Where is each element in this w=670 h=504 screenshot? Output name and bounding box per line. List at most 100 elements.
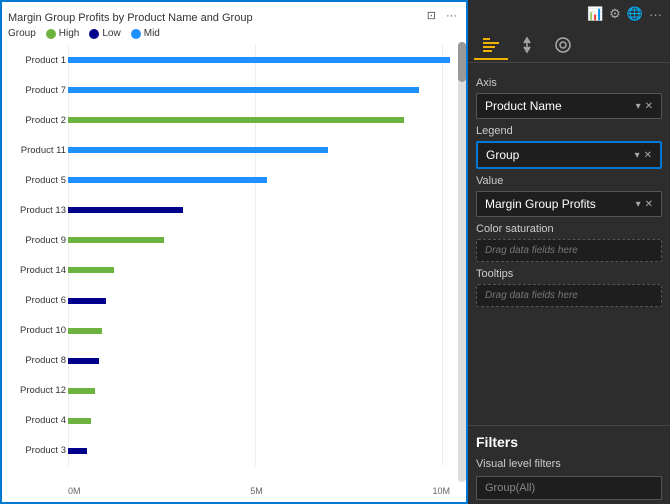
tab-fields[interactable] [474, 30, 508, 60]
value-close-icon[interactable]: ✕ [645, 199, 653, 210]
bar-chart: Product 1Product 7Product 2Product 11Pro… [8, 45, 460, 486]
legend-item-high: High [46, 28, 80, 39]
group-all-filter[interactable]: Group(All) [476, 476, 662, 500]
bar-label: Product 11 [8, 145, 66, 156]
chart-scrollbar[interactable] [458, 42, 466, 482]
bar-bar-darkblue [68, 358, 99, 364]
chart-toolbar: ⊡ ··· [424, 8, 460, 23]
bar-chart-icon[interactable]: 📊 [587, 6, 603, 22]
bars-container [68, 110, 450, 130]
legend-dot-high [46, 29, 56, 39]
table-row: Product 8 [68, 351, 450, 371]
legend-chevron-icon[interactable]: ▾ [635, 150, 640, 161]
table-row: Product 13 [68, 200, 450, 220]
legend-dot-low [89, 29, 99, 39]
table-row: Product 14 [68, 260, 450, 280]
grid-line-0 [68, 45, 69, 466]
legend-section-label: Legend [476, 125, 662, 137]
bars-container [68, 80, 450, 100]
right-panel: 📊 ⚙ 🌐 ··· Axis [468, 0, 670, 504]
x-axis-5m: 5M [250, 486, 263, 496]
analytics-icon[interactable]: 🌐 [627, 6, 643, 22]
bars-container [68, 170, 450, 190]
table-row: Product 9 [68, 230, 450, 250]
value-label: Value [476, 175, 662, 187]
bars-container [68, 351, 450, 371]
axis-close-icon[interactable]: ✕ [645, 101, 653, 112]
bar-label: Product 8 [8, 355, 66, 366]
filters-header: Filters [468, 425, 670, 454]
value-chevron-icon[interactable]: ▾ [636, 199, 641, 210]
legend-label-high: High [59, 28, 80, 39]
chart-panel: ⊡ ··· Margin Group Profits by Product Na… [0, 0, 468, 504]
bar-bar-green [68, 388, 95, 394]
table-row: Product 7 [68, 80, 450, 100]
color-saturation-label: Color saturation [476, 223, 662, 235]
grid-lines [68, 45, 442, 466]
bars-container [68, 321, 450, 341]
chart-title: Margin Group Profits by Product Name and… [8, 12, 460, 24]
legend-group-label: Group [8, 28, 36, 39]
bar-label: Product 7 [8, 85, 66, 96]
grid-line-100 [442, 45, 443, 466]
bar-bar-green [68, 237, 164, 243]
tooltips-drop[interactable]: Drag data fields here [476, 284, 662, 307]
bars-container [68, 50, 450, 70]
bars-container [68, 441, 450, 461]
bars-container [68, 230, 450, 250]
grid-line-50 [255, 45, 256, 466]
table-row: Product 1 [68, 50, 450, 70]
bar-bar-blue [68, 57, 450, 63]
expand-icon[interactable]: ⊡ [424, 8, 439, 23]
visual-level-filters[interactable]: Visual level filters [468, 454, 670, 474]
bar-bar-darkblue [68, 207, 183, 213]
more-icon[interactable]: ··· [649, 7, 662, 22]
axis-field-box[interactable]: Product Name ▾ ✕ [476, 93, 662, 119]
x-axis: 0M 5M 10M [8, 486, 460, 496]
value-value: Margin Group Profits [485, 197, 596, 211]
axis-field-icons: ▾ ✕ [636, 101, 653, 112]
bar-label: Product 1 [8, 55, 66, 66]
color-saturation-drop[interactable]: Drag data fields here [476, 239, 662, 262]
bar-bar-darkblue [68, 298, 106, 304]
chart-scrollbar-thumb [458, 42, 466, 82]
bars-container [68, 140, 450, 160]
bar-label: Product 13 [8, 205, 66, 216]
format-icon[interactable]: ⚙ [609, 6, 621, 22]
bar-label: Product 10 [8, 325, 66, 336]
panel-content: Axis Product Name ▾ ✕ Legend Group ▾ ✕ V… [468, 63, 670, 425]
axis-chevron-icon[interactable]: ▾ [636, 101, 641, 112]
tab-analytics[interactable] [546, 30, 580, 60]
bars-container [68, 411, 450, 431]
bar-label: Product 4 [8, 415, 66, 426]
legend-value: Group [486, 148, 519, 162]
bar-label: Product 5 [8, 175, 66, 186]
chart-legend: Group High Low Mid [8, 28, 460, 39]
table-row: Product 6 [68, 291, 450, 311]
more-options-icon[interactable]: ··· [443, 8, 460, 23]
bars-container [68, 200, 450, 220]
value-field-box[interactable]: Margin Group Profits ▾ ✕ [476, 191, 662, 217]
table-row: Product 10 [68, 321, 450, 341]
bar-bar-green [68, 418, 91, 424]
bar-label: Product 2 [8, 115, 66, 126]
bar-bar-darkblue [68, 448, 87, 454]
table-row: Product 4 [68, 411, 450, 431]
table-row: Product 3 [68, 441, 450, 461]
tab-bar [468, 28, 670, 63]
table-row: Product 12 [68, 381, 450, 401]
value-field-icons: ▾ ✕ [636, 199, 653, 210]
legend-field-box[interactable]: Group ▾ ✕ [476, 141, 662, 169]
bar-bar-green [68, 267, 114, 273]
table-row: Product 11 [68, 140, 450, 160]
legend-close-icon[interactable]: ✕ [644, 150, 652, 161]
table-row: Product 2 [68, 110, 450, 130]
tooltips-label: Tooltips [476, 268, 662, 280]
bars-container [68, 381, 450, 401]
bars-container [68, 291, 450, 311]
tab-format[interactable] [510, 30, 544, 60]
axis-label: Axis [476, 77, 662, 89]
bar-bar-blue [68, 177, 267, 183]
legend-field-icons: ▾ ✕ [635, 150, 652, 161]
x-axis-10m: 10M [432, 486, 450, 496]
